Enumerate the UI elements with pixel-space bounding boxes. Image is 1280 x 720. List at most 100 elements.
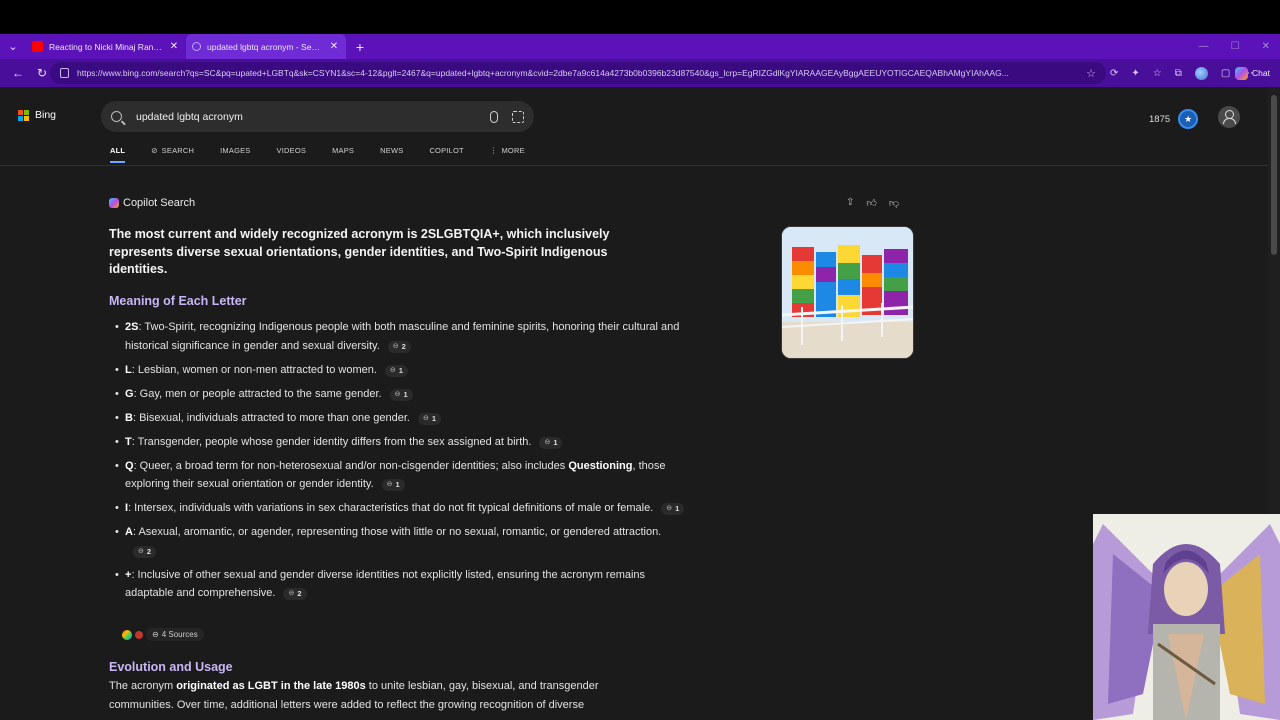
list-item: L: Lesbian, women or non-men attracted t…	[115, 361, 690, 380]
tab-actions-menu[interactable]: ⌄	[0, 34, 26, 59]
sources-label: 4 Sources	[161, 630, 198, 639]
streamer-avatar-overlay	[1093, 514, 1280, 720]
extensions-icon[interactable]: ✦	[1131, 68, 1139, 79]
tab-label: VIDEOS	[276, 146, 307, 155]
tab-news[interactable]: NEWS	[380, 144, 403, 163]
list-item: +: Inclusive of other sexual and gender …	[115, 566, 690, 603]
reader-icon[interactable]: ⟳	[1110, 68, 1118, 79]
sources-button[interactable]: ⊖ 4 Sources	[146, 628, 204, 641]
close-tab-icon[interactable]: ✕	[168, 41, 180, 52]
collections-icon[interactable]: ⧉	[1175, 68, 1182, 79]
letter-desc: : Bisexual, individuals attracted to mor…	[132, 411, 410, 424]
source-favicon-icon	[122, 629, 132, 640]
link-icon: ⊖	[544, 438, 551, 446]
tab-images[interactable]: IMAGES	[220, 144, 250, 163]
copilot-answer-header: Copilot Search	[109, 197, 195, 209]
citation-badge[interactable]: ⊖ 1	[539, 436, 563, 449]
citation-badge[interactable]: ⊖ 1	[384, 364, 408, 377]
meaning-heading: Meaning of Each Letter	[109, 294, 247, 308]
tab-videos[interactable]: VIDEOS	[277, 144, 307, 163]
cite-count: 1	[403, 389, 408, 399]
tab-all[interactable]: ALL	[110, 144, 126, 163]
letter-desc: : Transgender, people whose gender ident…	[131, 435, 532, 448]
citation-badge[interactable]: ⊖ 1	[417, 412, 442, 425]
toolbar-icons: ⟳ ✦ ☆ ⧉ ▢ ⋯	[1110, 59, 1253, 87]
search-icon	[111, 111, 122, 122]
letter-desc: : Asexual, aromantic, or agender, repres…	[132, 526, 662, 538]
new-tab-button[interactable]: +	[346, 39, 374, 55]
search-scope-tabs: ALL ⊘ SEARCH IMAGES VIDEOS MAPS NEWS COPI…	[110, 144, 551, 163]
points-count: 1875	[1149, 113, 1171, 125]
youtube-favicon-icon	[32, 41, 43, 52]
source-favicon-icon	[135, 630, 143, 639]
tab-strip: ⌄ Reacting to Nicki Minaj Rant About ✕ u…	[0, 34, 1280, 59]
tab-title: Reacting to Nicki Minaj Rant About	[49, 41, 164, 52]
tab-label: ALL	[110, 146, 126, 155]
url-field[interactable]: https://www.bing.com/search?qs=SC&pq=upa…	[50, 62, 1106, 84]
search-box[interactable]: updated lgbtq acronym	[101, 101, 534, 132]
thumbs-up-icon[interactable]: 👍︎	[866, 197, 876, 209]
tab-more[interactable]: ⋮ MORE	[490, 144, 525, 163]
search-input[interactable]: updated lgbtq acronym	[136, 111, 490, 123]
profile-icon[interactable]	[1218, 106, 1240, 128]
favorites-icon[interactable]: ☆	[1153, 68, 1162, 79]
feedback-controls: ⇪ 👍︎ 👎︎	[846, 197, 899, 209]
cite-count: 1	[398, 365, 403, 375]
link-icon: ⊖	[394, 390, 401, 398]
link-icon: ⊖	[288, 590, 295, 597]
scrollbar-thumb[interactable]	[1271, 95, 1277, 255]
list-item: A: Asexual, aromantic, or agender, repre…	[115, 523, 690, 560]
tab-label: COPILOT	[429, 146, 464, 155]
citation-badge[interactable]: ⊖ 2	[283, 588, 307, 601]
tab-title: updated lgbtq acronym - Search	[207, 41, 324, 52]
list-item: I: Intersex, individuals with variations…	[115, 499, 690, 518]
tab-search[interactable]: ⊘ SEARCH	[151, 144, 194, 163]
close-window-icon[interactable]: ✕	[1262, 41, 1270, 52]
letter-desc: : Queer, a broad term for non-heterosexu…	[133, 459, 569, 472]
citation-badge[interactable]: ⊖ 1	[389, 388, 413, 401]
rewards-points[interactable]: 1875 ★	[1149, 109, 1199, 129]
chat-button[interactable]: Chat	[1235, 64, 1270, 82]
tab-label: SEARCH	[161, 146, 195, 155]
letter-desc: : Intersex, individuals with variations …	[128, 502, 654, 514]
back-icon[interactable]: ←	[6, 66, 30, 80]
tab-bing-search[interactable]: updated lgbtq acronym - Search ✕	[186, 34, 346, 59]
search-favicon-icon	[192, 42, 201, 51]
sources-row: ⊖ 4 Sources	[122, 628, 204, 641]
rewards-medal-icon: ★	[1178, 109, 1199, 129]
citation-badge[interactable]: ⊖ 1	[661, 503, 685, 516]
minimize-icon[interactable]: —	[1199, 41, 1209, 52]
tab-maps[interactable]: MAPS	[332, 144, 354, 163]
copilot-sidebar-icon[interactable]: ▢	[1221, 68, 1230, 79]
citation-badge[interactable]: ⊖ 2	[387, 340, 411, 353]
answer-heading: Copilot Search	[123, 197, 196, 209]
address-bar: ← ↻ https://www.bing.com/search?qs=SC&pq…	[0, 59, 1280, 87]
flags-illustration	[782, 227, 913, 358]
citation-badge[interactable]: ⊖ 2	[133, 545, 157, 558]
maximize-icon[interactable]: ☐	[1231, 41, 1240, 52]
favorite-star-icon[interactable]: ☆	[1086, 67, 1096, 80]
tab-copilot[interactable]: COPILOT	[429, 144, 463, 163]
visual-search-icon[interactable]	[512, 110, 524, 123]
cite-count: 1	[553, 437, 558, 447]
share-icon[interactable]: ⇪	[846, 197, 854, 209]
letter-key: 2S	[125, 321, 139, 333]
thumbs-down-icon[interactable]: 👎︎	[889, 197, 899, 209]
answer-summary: The most current and widely recognized a…	[109, 227, 610, 276]
cite-count: 2	[297, 589, 302, 598]
tab-youtube[interactable]: Reacting to Nicki Minaj Rant About ✕	[26, 34, 186, 59]
chat-label: Chat	[1252, 68, 1270, 78]
letter-key: B	[125, 411, 133, 424]
citation-badge[interactable]: ⊖ 1	[381, 479, 405, 492]
site-info-icon[interactable]	[60, 68, 69, 78]
cite-count: 1	[675, 504, 680, 513]
letter-emphasis: Questioning	[568, 459, 633, 472]
brand-name: Bing	[35, 109, 57, 121]
link-icon: ⊖	[386, 481, 393, 488]
profile-avatar-icon[interactable]	[1194, 66, 1208, 80]
close-tab-icon[interactable]: ✕	[328, 41, 340, 52]
bing-logo[interactable]: Bing	[18, 109, 56, 121]
list-item: 2S: Two-Spirit, recognizing Indigenous p…	[115, 318, 690, 355]
microphone-icon[interactable]	[490, 110, 498, 123]
rainbow-flags-image[interactable]	[781, 226, 914, 359]
